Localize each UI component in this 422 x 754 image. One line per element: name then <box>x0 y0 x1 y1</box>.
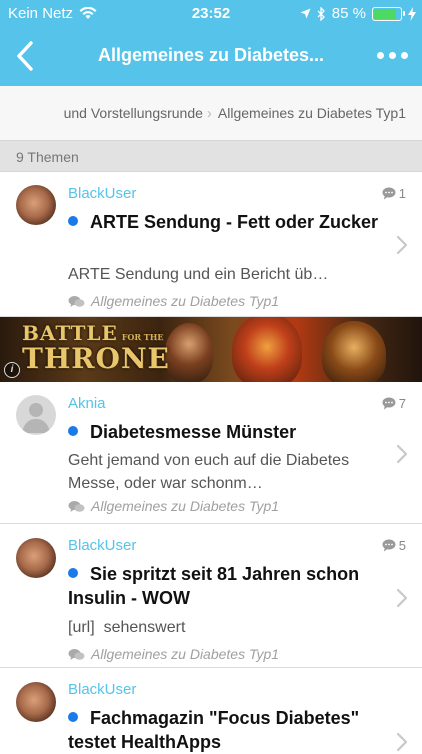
topic-forum: Allgemeines zu Diabetes Typ1 <box>68 646 279 662</box>
battery-percent: 85 % <box>331 5 366 22</box>
info-icon[interactable]: i <box>4 362 20 378</box>
reply-count-value: 5 <box>398 538 406 553</box>
avatar[interactable] <box>16 395 56 435</box>
reply-count-value: 1 <box>398 186 406 201</box>
reply-count: 1 <box>382 186 406 201</box>
default-user-icon <box>22 403 50 433</box>
topic-forum: Allgemeines zu Diabetes Typ1 <box>68 498 279 514</box>
charging-bolt-icon <box>408 6 416 21</box>
unread-dot <box>68 426 78 436</box>
topic-title-text: Diabetesmesse Münster <box>90 422 297 442</box>
more-dots-icon <box>377 52 384 59</box>
forum-bubbles-icon <box>68 295 85 307</box>
location-arrow-icon <box>300 8 311 19</box>
avatar[interactable] <box>16 682 56 722</box>
topic-row[interactable]: BlackUser 1 ARTE Sendung - Fett oder Zuc… <box>0 172 422 317</box>
topic-title: ARTE Sendung - Fett oder Zucker <box>68 210 382 234</box>
chevron-right-icon <box>396 588 408 608</box>
back-button[interactable] <box>14 40 44 74</box>
topic-author[interactable]: Aknia <box>68 395 106 412</box>
topic-forum-name: Allgemeines zu Diabetes Typ1 <box>91 293 280 309</box>
topic-title: Sie spritzt seit 81 Jahren schon Insulin… <box>68 562 382 610</box>
chevron-right-icon: › <box>206 104 212 122</box>
topic-excerpt: [url] sehenswert <box>68 619 186 636</box>
more-options-button[interactable] <box>373 48 412 63</box>
topic-excerpt: ARTE Sendung und ein Bericht üb… <box>68 266 329 283</box>
topic-title-text: Fachmagazin "Focus Diabetes" testet Heal… <box>68 708 360 752</box>
topic-forum: Allgemeines zu Diabetes Typ1 <box>68 293 279 309</box>
chevron-left-icon <box>17 41 33 71</box>
topic-title-text: Sie spritzt seit 81 Jahren schon Insulin… <box>68 564 360 608</box>
speech-bubble-icon <box>382 539 396 552</box>
avatar[interactable] <box>16 538 56 578</box>
topic-row[interactable]: BlackUser Fachmagazin "Focus Diabetes" t… <box>0 668 422 752</box>
unread-dot <box>68 568 78 578</box>
topic-title-text: ARTE Sendung - Fett oder Zucker <box>90 212 379 232</box>
speech-bubble-icon <box>382 187 396 200</box>
reply-count-value: 7 <box>398 396 406 411</box>
ad-banner[interactable]: BATTLE FOR THE THRONE i <box>0 317 422 382</box>
status-bar: Kein Netz 23:52 85 % <box>0 0 422 28</box>
chevron-right-icon <box>396 732 408 752</box>
topic-author[interactable]: BlackUser <box>68 185 136 202</box>
topic-forum-name: Allgemeines zu Diabetes Typ1 <box>91 498 280 514</box>
topic-row[interactable]: BlackUser 5 Sie spritzt seit 81 Jahren s… <box>0 524 422 668</box>
topic-title: Fachmagazin "Focus Diabetes" testet Heal… <box>68 706 382 754</box>
unread-dot <box>68 712 78 722</box>
reply-count: 5 <box>382 538 406 553</box>
breadcrumb-item-parent[interactable]: und Vorstellungsrunde <box>64 105 203 121</box>
forum-bubbles-icon <box>68 500 85 512</box>
topic-row[interactable]: Aknia 7 Diabetesmesse Münster Geht jeman… <box>0 382 422 524</box>
topic-author[interactable]: BlackUser <box>68 681 136 698</box>
avatar[interactable] <box>16 185 56 225</box>
navigation-bar: Allgemeines zu Diabetes... <box>0 28 422 86</box>
page-title: Allgemeines zu Diabetes... <box>97 45 325 65</box>
unread-dot <box>68 216 78 226</box>
chevron-right-icon <box>396 444 408 464</box>
chevron-right-icon <box>396 235 408 255</box>
topic-forum-name: Allgemeines zu Diabetes Typ1 <box>91 646 280 662</box>
breadcrumb: und Vorstellungsrunde › Allgemeines zu D… <box>0 86 422 140</box>
topic-title: Diabetesmesse Münster <box>68 420 382 444</box>
topic-author[interactable]: BlackUser <box>68 537 136 554</box>
forum-bubbles-icon <box>68 648 85 660</box>
ad-title: BATTLE FOR THE THRONE <box>22 321 170 375</box>
battery-icon <box>372 6 405 21</box>
topic-excerpt: Geht jemand von euch auf die Diabetes Me… <box>68 452 350 492</box>
reply-count: 7 <box>382 396 406 411</box>
breadcrumb-item-current[interactable]: Allgemeines zu Diabetes Typ1 <box>218 105 406 121</box>
bluetooth-icon <box>317 6 325 21</box>
topic-count-header: 9 Themen <box>0 140 422 172</box>
speech-bubble-icon <box>382 397 396 410</box>
